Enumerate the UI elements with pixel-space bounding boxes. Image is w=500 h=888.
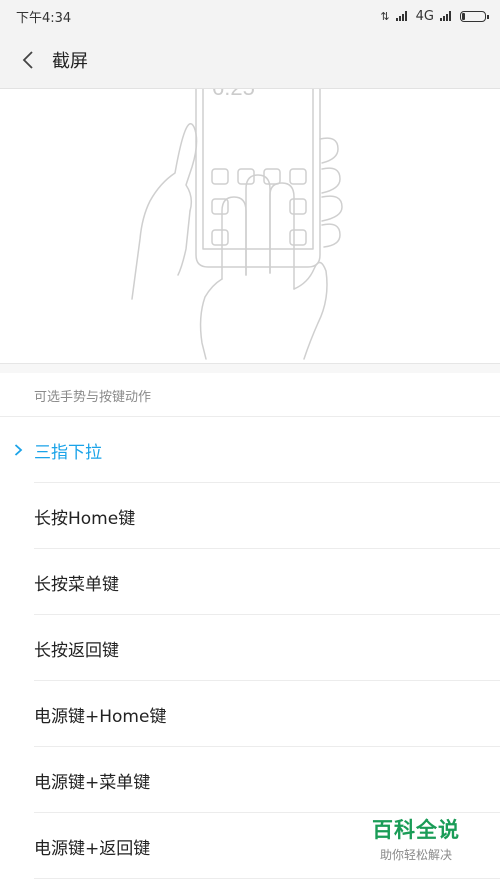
watermark-subtitle: 助你轻松解决 — [379, 848, 452, 862]
option-label: 长按返回键 — [34, 640, 119, 661]
phone-screen-time: 6:25 — [212, 89, 255, 100]
option-long-press-home[interactable]: 长按Home键 — [0, 483, 500, 549]
signal-icon — [395, 11, 410, 21]
option-long-press-back[interactable]: 长按返回键 — [0, 615, 500, 681]
option-label: 长按Home键 — [34, 508, 136, 529]
option-label: 长按菜单键 — [34, 574, 119, 595]
data-transfer-icon: ⇅ — [380, 9, 390, 23]
three-finger-swipe-illustration: 6:25 — [131, 75, 343, 360]
option-label: 电源键+Home键 — [34, 706, 167, 727]
section-divider — [0, 364, 500, 373]
option-long-press-menu[interactable]: 长按菜单键 — [0, 549, 500, 615]
signal-icon-2 — [440, 11, 454, 21]
gesture-illustration: 6:25 — [0, 75, 500, 364]
option-label: 电源键+返回键 — [34, 838, 151, 859]
status-bar: 下午4:34 ⇅ 4G — [0, 0, 500, 32]
option-label: 电源键+菜单键 — [34, 772, 151, 793]
option-power-home[interactable]: 电源键+Home键 — [0, 681, 500, 747]
battery-icon — [460, 10, 489, 22]
option-label: 三指下拉 — [34, 442, 102, 463]
watermark-title: 百科全说 — [372, 818, 460, 842]
chevron-left-icon — [22, 51, 33, 69]
option-power-menu[interactable]: 电源键+菜单键 — [0, 747, 500, 813]
back-button[interactable] — [6, 32, 50, 88]
option-list: 三指下拉 长按Home键 长按菜单键 长按返回键 电源键+Home键 电源键+菜… — [0, 416, 500, 879]
title-bar: 截屏 — [0, 32, 500, 89]
section-header: 可选手势与按键动作 — [34, 389, 152, 405]
status-time: 下午4:34 — [16, 10, 72, 26]
watermark: 百科全说 助你轻松解决 — [372, 814, 460, 863]
network-type: 4G — [415, 8, 434, 24]
option-three-finger-swipe[interactable]: 三指下拉 — [0, 417, 500, 483]
chevron-right-icon — [12, 444, 24, 456]
status-icons: ⇅ 4G — [380, 9, 500, 24]
page-title: 截屏 — [52, 51, 88, 72]
